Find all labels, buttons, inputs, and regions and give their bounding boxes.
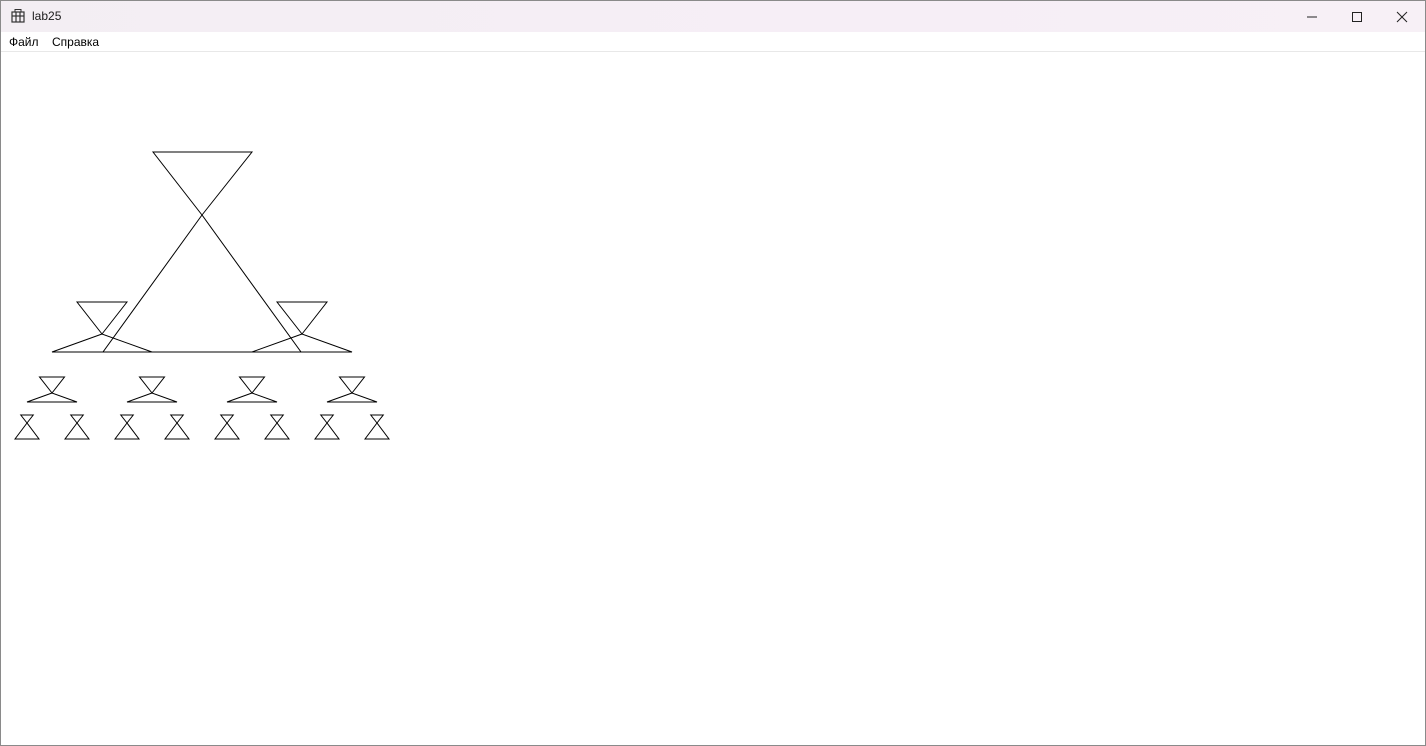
window-title: lab25 [32, 9, 62, 23]
fractal-l2-3-inverted [338, 376, 366, 394]
fractal-l3-4-inverted [219, 414, 235, 424]
minimize-icon [1307, 16, 1317, 17]
fractal-l3-0-upright [14, 422, 40, 440]
fractal-l3-3-upright [164, 422, 190, 440]
fractal-l3-7-upright [364, 422, 390, 440]
fractal-l2-0-inverted [38, 376, 66, 394]
fractal-l2-1-inverted [138, 376, 166, 394]
fractal-l3-4-upright [214, 422, 240, 440]
fractal-l2-2-inverted [238, 376, 266, 394]
fractal-l3-0-inverted [19, 414, 35, 424]
menu-bar: Файл Справка [1, 32, 1425, 52]
title-bar[interactable]: lab25 [1, 1, 1425, 32]
close-button[interactable] [1379, 1, 1425, 32]
fractal-l3-1-inverted [69, 414, 85, 424]
fractal-l3-2-inverted [119, 414, 135, 424]
fractal-l2-3-upright [326, 392, 378, 403]
fractal-l3-2-upright [114, 422, 140, 440]
maximize-icon [1352, 11, 1362, 22]
maximize-button[interactable] [1334, 1, 1380, 32]
menu-file[interactable]: Файл [9, 35, 39, 49]
fractal-l3-6-upright [314, 422, 340, 440]
menu-help[interactable]: Справка [52, 35, 99, 49]
fractal-l3-1-upright [64, 422, 90, 440]
app-window: lab25 Файл Справка [0, 0, 1426, 746]
close-icon [1396, 11, 1408, 22]
app-icon [11, 9, 25, 23]
fractal-l3-6-inverted [319, 414, 335, 424]
triangle-inverted [151, 151, 254, 216]
fractal-l1-right-upright [251, 333, 353, 353]
fractal-l3-5-inverted [269, 414, 285, 424]
triangle-upright [102, 214, 302, 353]
drawing-canvas[interactable] [1, 52, 1425, 745]
fractal-l2-0-upright [26, 392, 78, 403]
fractal-l2-2-upright [226, 392, 278, 403]
fractal-l1-left-upright [51, 333, 153, 353]
fractal-l3-7-inverted [369, 414, 385, 424]
fractal-l2-1-upright [126, 392, 178, 403]
fractal-l3-5-upright [264, 422, 290, 440]
minimize-button[interactable] [1289, 1, 1335, 32]
fractal-l3-3-inverted [169, 414, 185, 424]
fractal-drawing [14, 151, 390, 440]
